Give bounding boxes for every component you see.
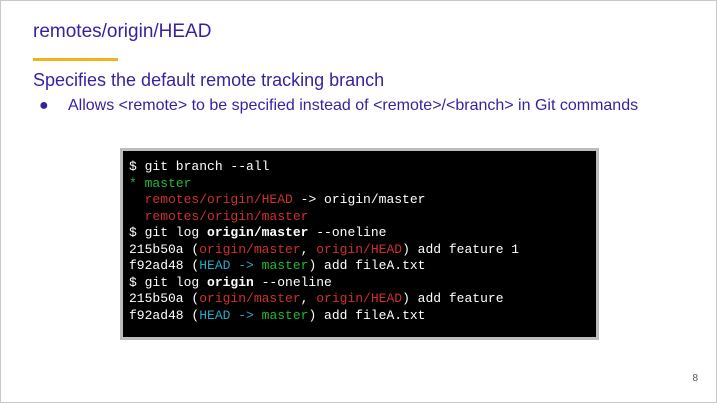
slide: remotes/origin/HEAD Specifies the defaul…	[0, 0, 717, 403]
remote-ref: origin/master	[199, 291, 301, 306]
remote-ref: origin/HEAD	[316, 241, 403, 257]
branch-name: master	[144, 175, 192, 191]
current-branch-marker: *	[129, 175, 145, 191]
terminal-line: f92ad48 (HEAD -> master) add fileA.txt	[129, 308, 596, 325]
slide-title: remotes/origin/HEAD	[33, 21, 212, 42]
bullet-item: ● Allows <remote> to be specified instea…	[39, 95, 679, 117]
commit-message: ) add feature	[402, 291, 504, 306]
commit-message: ) add feature 1	[402, 241, 520, 257]
command-ref: origin	[207, 274, 254, 290]
symref-target: -> origin/master	[292, 192, 426, 207]
separator: ,	[300, 291, 317, 306]
separator: ,	[300, 241, 317, 257]
command-text: $ git branch --all	[129, 159, 270, 174]
terminal-line: $ git log origin/master --oneline	[129, 225, 596, 242]
commit-hash: 215b50a (	[129, 291, 200, 306]
terminal-line: $ git branch --all	[129, 159, 596, 176]
terminal-line: * master	[129, 176, 596, 193]
section-heading: Specifies the default remote tracking br…	[33, 70, 385, 90]
title-accent-line	[33, 58, 118, 61]
terminal-line: remotes/origin/master	[129, 209, 596, 226]
command-suffix: --oneline	[253, 274, 332, 290]
commit-hash: 215b50a (	[129, 241, 200, 257]
command-prefix: $ git log	[129, 274, 208, 290]
remote-ref: remotes/origin/master	[144, 208, 309, 224]
remote-ref: remotes/origin/HEAD	[144, 192, 293, 207]
head-ref: HEAD ->	[199, 307, 254, 323]
head-ref: HEAD ->	[199, 258, 254, 273]
terminal-block: $ git branch --all * master remotes/orig…	[120, 148, 599, 340]
commit-message: ) add fileA.txt	[308, 258, 426, 273]
branch-name: master	[261, 307, 309, 323]
terminal-line: 215b50a (origin/master, origin/HEAD) add…	[129, 242, 596, 259]
command-suffix: --oneline	[308, 225, 387, 240]
remote-ref: origin/master	[199, 241, 301, 257]
commit-hash: f92ad48 (	[129, 307, 200, 323]
bullet-dot-icon: ●	[39, 97, 49, 114]
remote-ref: origin/HEAD	[316, 291, 403, 306]
command-ref: origin/master	[207, 225, 309, 240]
branch-name: master	[261, 258, 309, 273]
terminal-line: remotes/origin/HEAD -> origin/master	[129, 192, 596, 209]
page-number: 8	[692, 373, 698, 384]
commit-message: ) add fileA.txt	[308, 307, 426, 323]
commit-hash: f92ad48 (	[129, 258, 200, 273]
terminal-line: $ git log origin --oneline	[129, 275, 596, 292]
terminal-line: f92ad48 (HEAD -> master) add fileA.txt	[129, 258, 596, 275]
terminal-line: 215b50a (origin/master, origin/HEAD) add…	[129, 291, 596, 308]
bullet-text: Allows <remote> to be specified instead …	[68, 97, 639, 114]
command-prefix: $ git log	[129, 225, 208, 240]
